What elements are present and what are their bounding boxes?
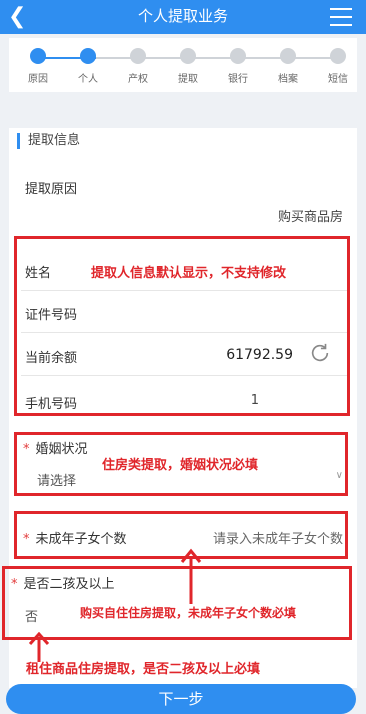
page-title: 个人提取业务: [137, 7, 228, 25]
annotation-personal: 提取人信息默认显示，不支持修改: [91, 266, 287, 281]
app-header: ❮ 个人提取业务: [0, 0, 366, 34]
annotation-box-second-child: [2, 566, 352, 640]
progress-steps: 原因 个人 产权 提取 银行 档案 短信: [9, 38, 357, 92]
section-title: 提取信息: [17, 133, 80, 149]
step-reason: 原因: [13, 48, 63, 85]
arrow-up-icon: [180, 548, 202, 604]
reason-value: 购买商品房: [277, 210, 343, 225]
annotation-children: 购买自住住房提取，未成年子女个数必填: [80, 606, 297, 620]
step-property: 产权: [113, 48, 163, 85]
reason-label: 提取原因: [25, 182, 78, 197]
menu-icon[interactable]: [330, 8, 352, 26]
annotation-second-child: 租住商品住房提取，是否二孩及以上必填: [26, 662, 261, 677]
step-archive: 档案: [263, 48, 313, 85]
annotation-marriage: 住房类提取，婚姻状况必填: [102, 458, 259, 473]
next-button[interactable]: 下一步: [6, 684, 356, 714]
step-withdraw: 提取: [163, 48, 213, 85]
step-bank: 银行: [213, 48, 263, 85]
step-personal: 个人: [63, 48, 113, 85]
step-sms: 短信: [313, 48, 363, 85]
arrow-up-icon: [28, 632, 50, 662]
